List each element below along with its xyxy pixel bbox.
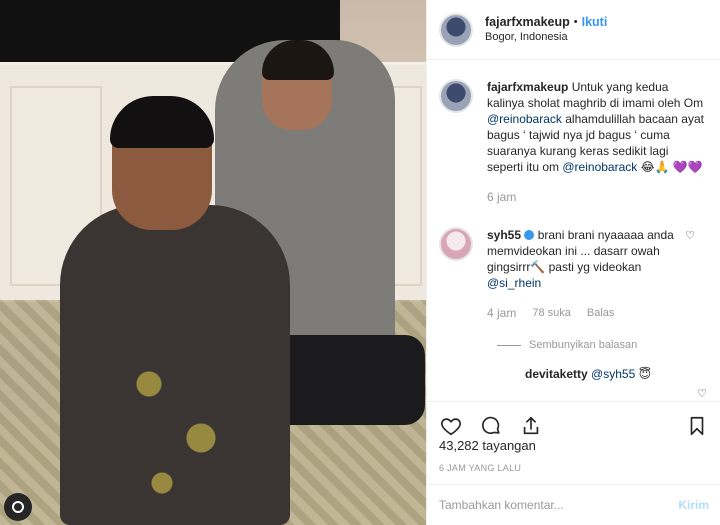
reply-username[interactable]: devitaketty: [525, 367, 588, 381]
post-panel: fajarfxmakeup • Ikuti Bogor, Indonesia f…: [426, 0, 720, 525]
caption-emoji: 😂🙏 💜💜: [637, 160, 703, 174]
hide-replies-label: Sembunyikan balasan: [529, 339, 638, 351]
reply-button[interactable]: Balas: [587, 305, 615, 321]
mention-link[interactable]: @reinobarack: [487, 112, 562, 126]
list-item: syh55 brani brani nyaaaaa anda memvideok…: [439, 227, 709, 321]
avatar[interactable]: [439, 12, 473, 47]
view-count[interactable]: 43,282 tayangan: [439, 438, 536, 453]
mention-link[interactable]: @si_rhein: [487, 276, 541, 290]
instagram-icon[interactable]: [4, 493, 32, 521]
avatar[interactable]: [439, 227, 473, 261]
action-bar: [427, 401, 720, 441]
send-button[interactable]: Kirim: [678, 498, 709, 512]
heart-icon[interactable]: ♡: [697, 387, 707, 400]
mention-link[interactable]: @reinobarack: [562, 160, 637, 174]
separator-dot: •: [573, 15, 578, 28]
shirt-pattern: [110, 330, 240, 510]
caption-username[interactable]: fajarfxmakeup: [487, 80, 568, 94]
divider: [497, 344, 521, 346]
comment-time: 4 jam: [487, 306, 517, 320]
mention-link[interactable]: @syh55: [591, 367, 635, 381]
bookmark-icon[interactable]: [685, 414, 709, 438]
comment-icon[interactable]: [479, 414, 503, 438]
follow-button[interactable]: Ikuti: [582, 15, 608, 30]
comments-section: fajarfxmakeup Untuk yang kedua kalinya s…: [427, 61, 720, 401]
comment-likes[interactable]: 78 suka: [532, 305, 571, 321]
post-location[interactable]: Bogor, Indonesia: [485, 30, 607, 45]
comment-input[interactable]: [439, 498, 679, 512]
caption: fajarfxmakeup Untuk yang kedua kalinya s…: [439, 79, 709, 205]
heart-icon[interactable]: ♡: [685, 229, 695, 242]
comment-username[interactable]: syh55: [487, 228, 521, 242]
heart-icon[interactable]: [439, 414, 463, 438]
post-username[interactable]: fajarfxmakeup: [485, 15, 570, 30]
post-time: 6 JAM YANG LALU: [439, 463, 522, 473]
hide-replies-button[interactable]: Sembunyikan balasan: [497, 339, 709, 351]
reply-emoji: 😇: [635, 367, 652, 381]
avatar[interactable]: [439, 79, 473, 113]
reply-item: devitaketty @syh55 😇: [525, 367, 709, 381]
verified-badge-icon: [524, 230, 535, 240]
caption-time: 6 jam: [487, 190, 517, 204]
share-icon[interactable]: [519, 414, 543, 438]
post-media[interactable]: [0, 0, 426, 525]
comment-form: Kirim: [427, 484, 720, 525]
post-header: fajarfxmakeup • Ikuti Bogor, Indonesia: [427, 0, 720, 60]
